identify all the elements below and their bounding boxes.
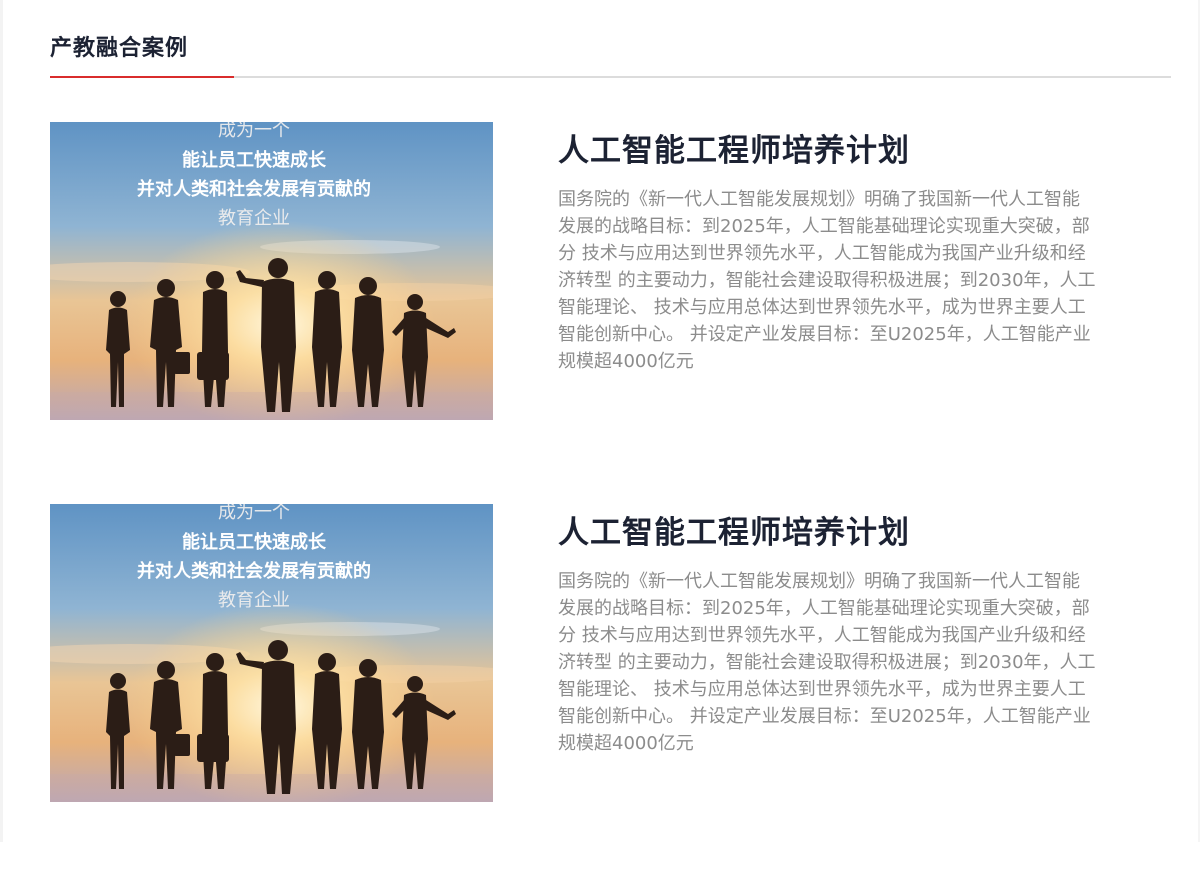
header-accent-underline: [50, 76, 234, 78]
slogan-line: 能让员工快速成长: [182, 149, 327, 171]
slogan-line: 成为一个: [218, 122, 290, 141]
section-title: 产教融合案例: [50, 36, 189, 61]
case-description: 国务院的《新一代人工智能发展规划》明确了我国新一代人工智能 发展的战略目标：到2…: [558, 189, 1096, 372]
slogan-line: 并对人类和社会发展有贡献的: [137, 560, 371, 582]
case-card[interactable]: 成为一个 能让员工快速成长 并对人类和社会发展有贡献的 教育企业 人工智能工程师…: [50, 122, 1171, 420]
slogan-line: 并对人类和社会发展有贡献的: [137, 178, 371, 200]
team-silhouette-image: 成为一个 能让员工快速成长 并对人类和社会发展有贡献的 教育企业: [50, 122, 493, 420]
case-title[interactable]: 人工智能工程师培养计划: [558, 507, 910, 552]
section-header: 产教融合案例: [50, 28, 1171, 80]
case-card[interactable]: 成为一个 能让员工快速成长 并对人类和社会发展有贡献的 教育企业 人工智能工程师…: [50, 504, 1171, 802]
slogan-line: 成为一个: [218, 504, 290, 523]
case-image[interactable]: 成为一个 能让员工快速成长 并对人类和社会发展有贡献的 教育企业: [50, 504, 493, 802]
case-description: 国务院的《新一代人工智能发展规划》明确了我国新一代人工智能 发展的战略目标：到2…: [558, 571, 1096, 754]
case-list: 成为一个 能让员工快速成长 并对人类和社会发展有贡献的 教育企业 人工智能工程师…: [50, 122, 1171, 886]
case-title[interactable]: 人工智能工程师培养计划: [558, 125, 910, 170]
page-left-edge: [0, 0, 3, 842]
slogan-line: 能让员工快速成长: [182, 531, 327, 553]
slogan-line: 教育企业: [218, 208, 290, 229]
slogan-line: 教育企业: [218, 590, 290, 611]
case-image[interactable]: 成为一个 能让员工快速成长 并对人类和社会发展有贡献的 教育企业: [50, 122, 493, 420]
team-silhouette-image: 成为一个 能让员工快速成长 并对人类和社会发展有贡献的 教育企业: [50, 504, 493, 802]
